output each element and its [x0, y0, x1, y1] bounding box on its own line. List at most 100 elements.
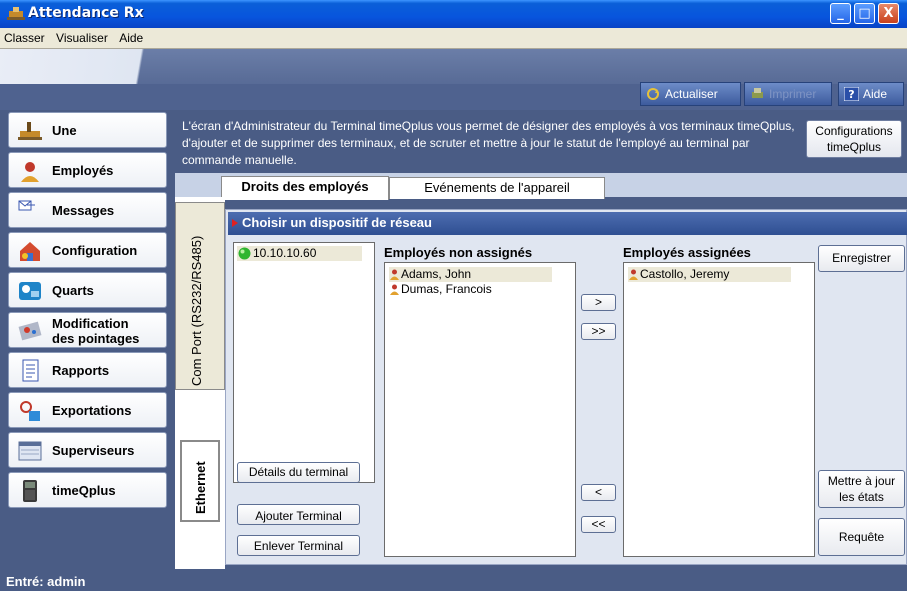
minimize-icon: _ [837, 6, 844, 21]
sidebar-item-rapports[interactable]: Rapports [8, 352, 167, 388]
menu-visualiser[interactable]: Visualiser [52, 28, 112, 45]
sidebar-item-employes[interactable]: Employés [8, 152, 167, 188]
messages-icon [18, 200, 35, 211]
add-terminal-button[interactable]: Ajouter Terminal [237, 504, 360, 525]
print-button[interactable]: Imprimer [744, 82, 832, 106]
employee-name: Adams, John [401, 267, 472, 281]
supervisors-icon [18, 441, 42, 461]
svg-text:?: ? [848, 88, 854, 101]
move-right-button[interactable]: > [581, 294, 616, 311]
title-bar: Attendance Rx _ □ X [0, 0, 907, 28]
person-icon [390, 269, 399, 280]
sidebar-item-modification-pointages[interactable]: Modification des pointages [8, 312, 167, 348]
shifts-icon [19, 282, 41, 300]
update-button-line2: les états [839, 490, 884, 504]
printer-icon [752, 88, 763, 98]
help-icon: ? [844, 87, 859, 101]
device-item[interactable]: 10.10.10.60 [237, 246, 362, 261]
sidebar-item-configuration[interactable]: Configuration [8, 232, 167, 268]
shovel-icon [18, 122, 42, 140]
status-bar: Entré: admin [0, 569, 907, 591]
move-all-right-button[interactable]: >> [581, 323, 616, 340]
app-window: Attendance Rx _ □ X Classer Visualiser A… [0, 0, 907, 591]
sidebar-item-label: Messages [52, 203, 115, 218]
reports-icon [22, 359, 39, 382]
close-icon: X [883, 6, 894, 21]
print-label: Imprimer [769, 87, 817, 101]
device-list[interactable]: 10.10.10.60 [233, 242, 375, 483]
list-item[interactable]: Dumas, Francois [389, 282, 552, 297]
help-button[interactable]: ? Aide [838, 82, 904, 106]
config-button-line1: Configurations [815, 124, 893, 138]
page-description: L'écran d'Administrateur du Terminal tim… [182, 119, 795, 167]
sidebar-item-label: Employés [52, 163, 114, 178]
move-all-left-button[interactable]: << [581, 516, 616, 533]
app-icon [7, 7, 25, 20]
status-online-icon [238, 247, 251, 260]
sidebar-item-label: Une [52, 123, 77, 138]
menu-aide[interactable]: Aide [115, 28, 147, 45]
refresh-icon [647, 88, 659, 100]
window-title: Attendance Rx [28, 5, 144, 21]
refresh-button[interactable]: Actualiser [640, 82, 741, 106]
tab-ethernet[interactable]: Ethernet [180, 440, 220, 522]
sidebar-item-superviseurs[interactable]: Superviseurs [8, 432, 167, 468]
device-ip: 10.10.10.60 [253, 246, 317, 260]
update-button-line1: Mettre à jour [827, 474, 896, 488]
close-button[interactable]: X [878, 3, 899, 24]
panel-header: Choisir un dispositif de réseau [228, 212, 907, 235]
sidebar-item-label: Rapports [52, 363, 110, 378]
person-icon [390, 284, 399, 295]
refresh-label: Actualiser [665, 87, 718, 101]
sidebar-item-timeqplus[interactable]: timeQplus [8, 472, 167, 508]
maximize-icon: □ [858, 6, 871, 21]
move-left-button[interactable]: < [581, 484, 616, 501]
tab-evenements-appareil[interactable]: Evénements de l'appareil [389, 177, 605, 199]
list-item[interactable]: Castollo, Jeremy [628, 267, 791, 282]
minimize-button[interactable]: _ [830, 3, 851, 24]
exports-icon [20, 401, 40, 421]
menu-classer[interactable]: Classer [0, 28, 49, 45]
configuration-icon [20, 242, 40, 261]
maximize-button[interactable]: □ [854, 3, 875, 24]
config-button-line2: timeQplus [826, 140, 882, 154]
sidebar-item-label: Configuration [52, 243, 138, 258]
save-button[interactable]: Enregistrer [818, 245, 905, 272]
sidebar-item-quarts[interactable]: Quarts [8, 272, 167, 308]
query-button[interactable]: Requête [818, 518, 905, 556]
assigned-list[interactable]: Castollo, Jeremy [623, 262, 815, 557]
terminal-details-button[interactable]: Détails du terminal [237, 462, 360, 483]
help-label: Aide [863, 87, 888, 101]
tab-com-port-label: Com Port (RS232/RS485) [189, 235, 204, 386]
person-icon [629, 269, 638, 280]
unassigned-list[interactable]: Adams, John Dumas, Francois [384, 262, 576, 557]
employee-name: Dumas, Francois [401, 282, 492, 296]
terminal-icon [23, 480, 37, 502]
sidebar-item-messages[interactable]: Messages [8, 192, 167, 228]
sidebar-item-label: Superviseurs [52, 443, 135, 458]
sidebar-item-label: Modification des pointages [52, 316, 139, 346]
sidebar-item-label-line2: des pointages [52, 331, 140, 346]
timeqplus-configurations-button[interactable]: Configurations timeQplus [806, 120, 902, 158]
sidebar-item-exportations[interactable]: Exportations [8, 392, 167, 428]
remove-terminal-button[interactable]: Enlever Terminal [237, 535, 360, 556]
list-item[interactable]: Adams, John [389, 267, 552, 282]
tab-droits-employes[interactable]: Droits des employés [221, 176, 389, 200]
assigned-header: Employés assignées [623, 245, 751, 260]
sidebar-item-label: timeQplus [52, 483, 116, 498]
menu-bar: Classer Visualiser Aide [0, 28, 907, 49]
arrow-right-icon [232, 219, 238, 227]
sidebar-item-label: Exportations [52, 403, 132, 418]
tab-ethernet-label: Ethernet [193, 461, 208, 514]
sidebar-item-une[interactable]: Une [8, 112, 167, 148]
sidebar-item-label: Quarts [52, 283, 94, 298]
employee-icon [21, 162, 39, 182]
unassigned-header: Employés non assignés [384, 245, 533, 260]
tab-com-port[interactable]: Com Port (RS232/RS485) [175, 202, 225, 390]
panel-header-label: Choisir un dispositif de réseau [242, 215, 432, 230]
punch-edit-icon [18, 321, 42, 341]
toolbar-decoration [0, 49, 230, 84]
sidebar-item-label-line1: Modification [52, 316, 129, 331]
update-status-button[interactable]: Mettre à jour les états [818, 470, 905, 508]
employee-name: Castollo, Jeremy [640, 267, 730, 281]
